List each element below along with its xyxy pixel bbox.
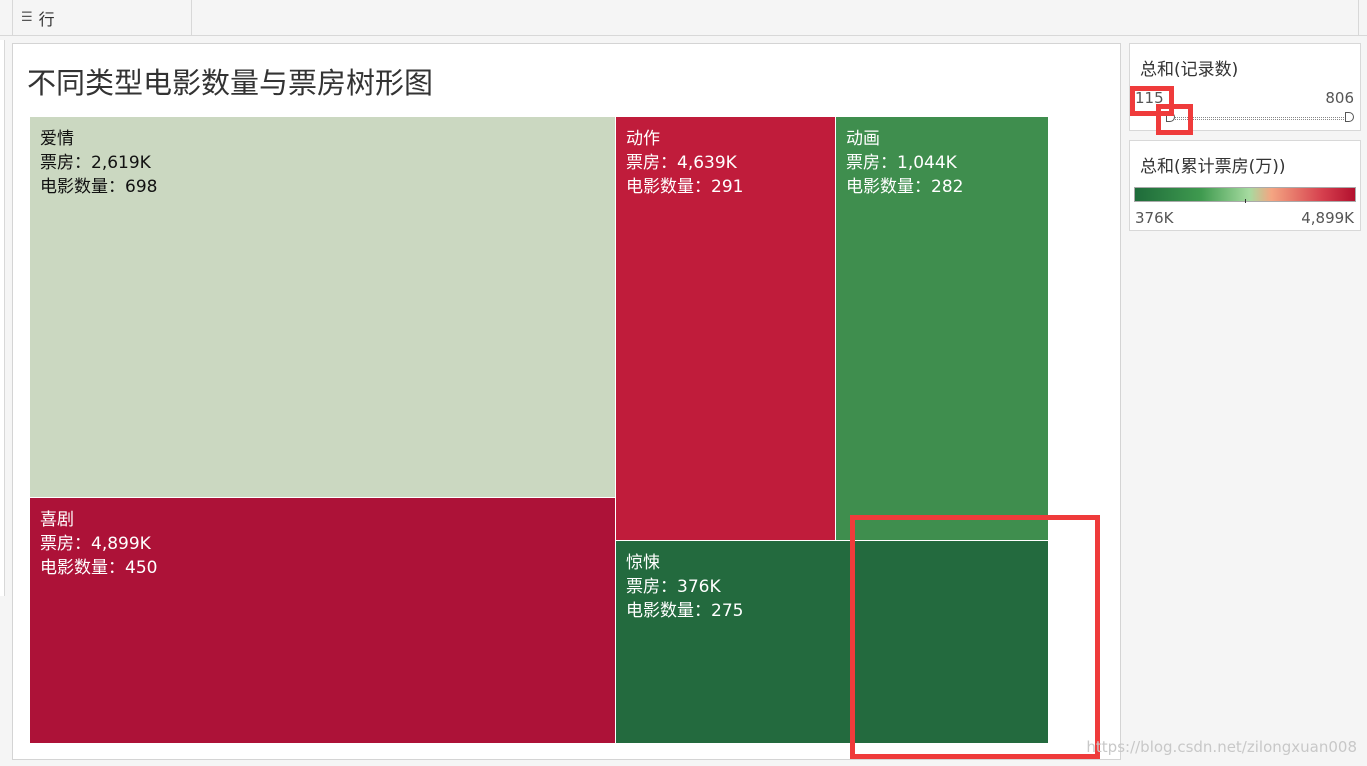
annotation-box-empty-area (850, 515, 1100, 759)
cell-movie-count: 电影数量：291 (626, 177, 744, 197)
treemap-cell-4[interactable]: 动画票房：1,044K 电影数量：282 (836, 117, 1049, 541)
size-legend-title: 总和(记录数) (1140, 60, 1239, 80)
treemap-cell-label: 动画票房：1,044K 电影数量：282 (846, 127, 963, 199)
treemap-cell-2[interactable]: 喜剧票房：4,899K 电影数量：450 (30, 498, 616, 744)
cell-movie-count: 电影数量：450 (40, 558, 158, 578)
annotation-box-min-handle (1156, 104, 1193, 135)
list-icon: ☰ (21, 10, 33, 25)
cell-box-office: 票房：2,619K (40, 153, 151, 173)
size-range-max-handle[interactable] (1345, 112, 1354, 122)
cell-category-name: 爱情 (40, 129, 74, 149)
color-legend-max: 4,899K (1301, 209, 1354, 227)
cell-box-office: 票房：4,639K (626, 153, 737, 173)
cell-movie-count: 电影数量：282 (846, 177, 964, 197)
rows-shelf-text: 行 (38, 9, 55, 29)
rows-shelf: ☰ 行 (0, 0, 1367, 36)
watermark: https://blog.csdn.net/zilongxuan008 (1086, 738, 1357, 756)
cell-category-name: 动作 (626, 129, 660, 149)
size-range-slider-track[interactable] (1168, 117, 1350, 120)
cell-category-name: 惊悚 (626, 553, 660, 573)
cell-movie-count: 电影数量：275 (626, 601, 744, 621)
color-legend: 总和(累计票房(万)) 376K 4,899K (1129, 140, 1361, 231)
rows-shelf-label[interactable]: ☰ 行 (12, 0, 192, 35)
treemap-cell-label: 爱情票房：2,619K 电影数量：698 (40, 127, 157, 199)
color-ramp-center-tick (1245, 199, 1246, 203)
treemap-cell-1[interactable]: 爱情票房：2,619K 电影数量：698 (30, 117, 616, 498)
left-panel-edge (0, 40, 5, 596)
cell-movie-count: 电影数量：698 (40, 177, 158, 197)
color-legend-min: 376K (1135, 209, 1174, 227)
treemap-cell-label: 惊悚票房：376K 电影数量：275 (626, 551, 743, 623)
size-legend-max: 806 (1325, 89, 1354, 107)
treemap-cell-label: 动作票房：4,639K 电影数量：291 (626, 127, 743, 199)
treemap-cell-label: 喜剧票房：4,899K 电影数量：450 (40, 508, 157, 580)
cell-category-name: 喜剧 (40, 510, 74, 530)
cell-category-name: 动画 (846, 129, 880, 149)
rows-shelf-drop-zone[interactable] (192, 0, 1359, 35)
treemap-cell-3[interactable]: 动作票房：4,639K 电影数量：291 (616, 117, 836, 541)
cell-box-office: 票房：4,899K (40, 534, 151, 554)
cell-box-office: 票房：1,044K (846, 153, 957, 173)
cell-box-office: 票房：376K (626, 577, 721, 597)
chart-title: 不同类型电影数量与票房树形图 (27, 66, 434, 100)
color-legend-title: 总和(累计票房(万)) (1140, 157, 1286, 177)
